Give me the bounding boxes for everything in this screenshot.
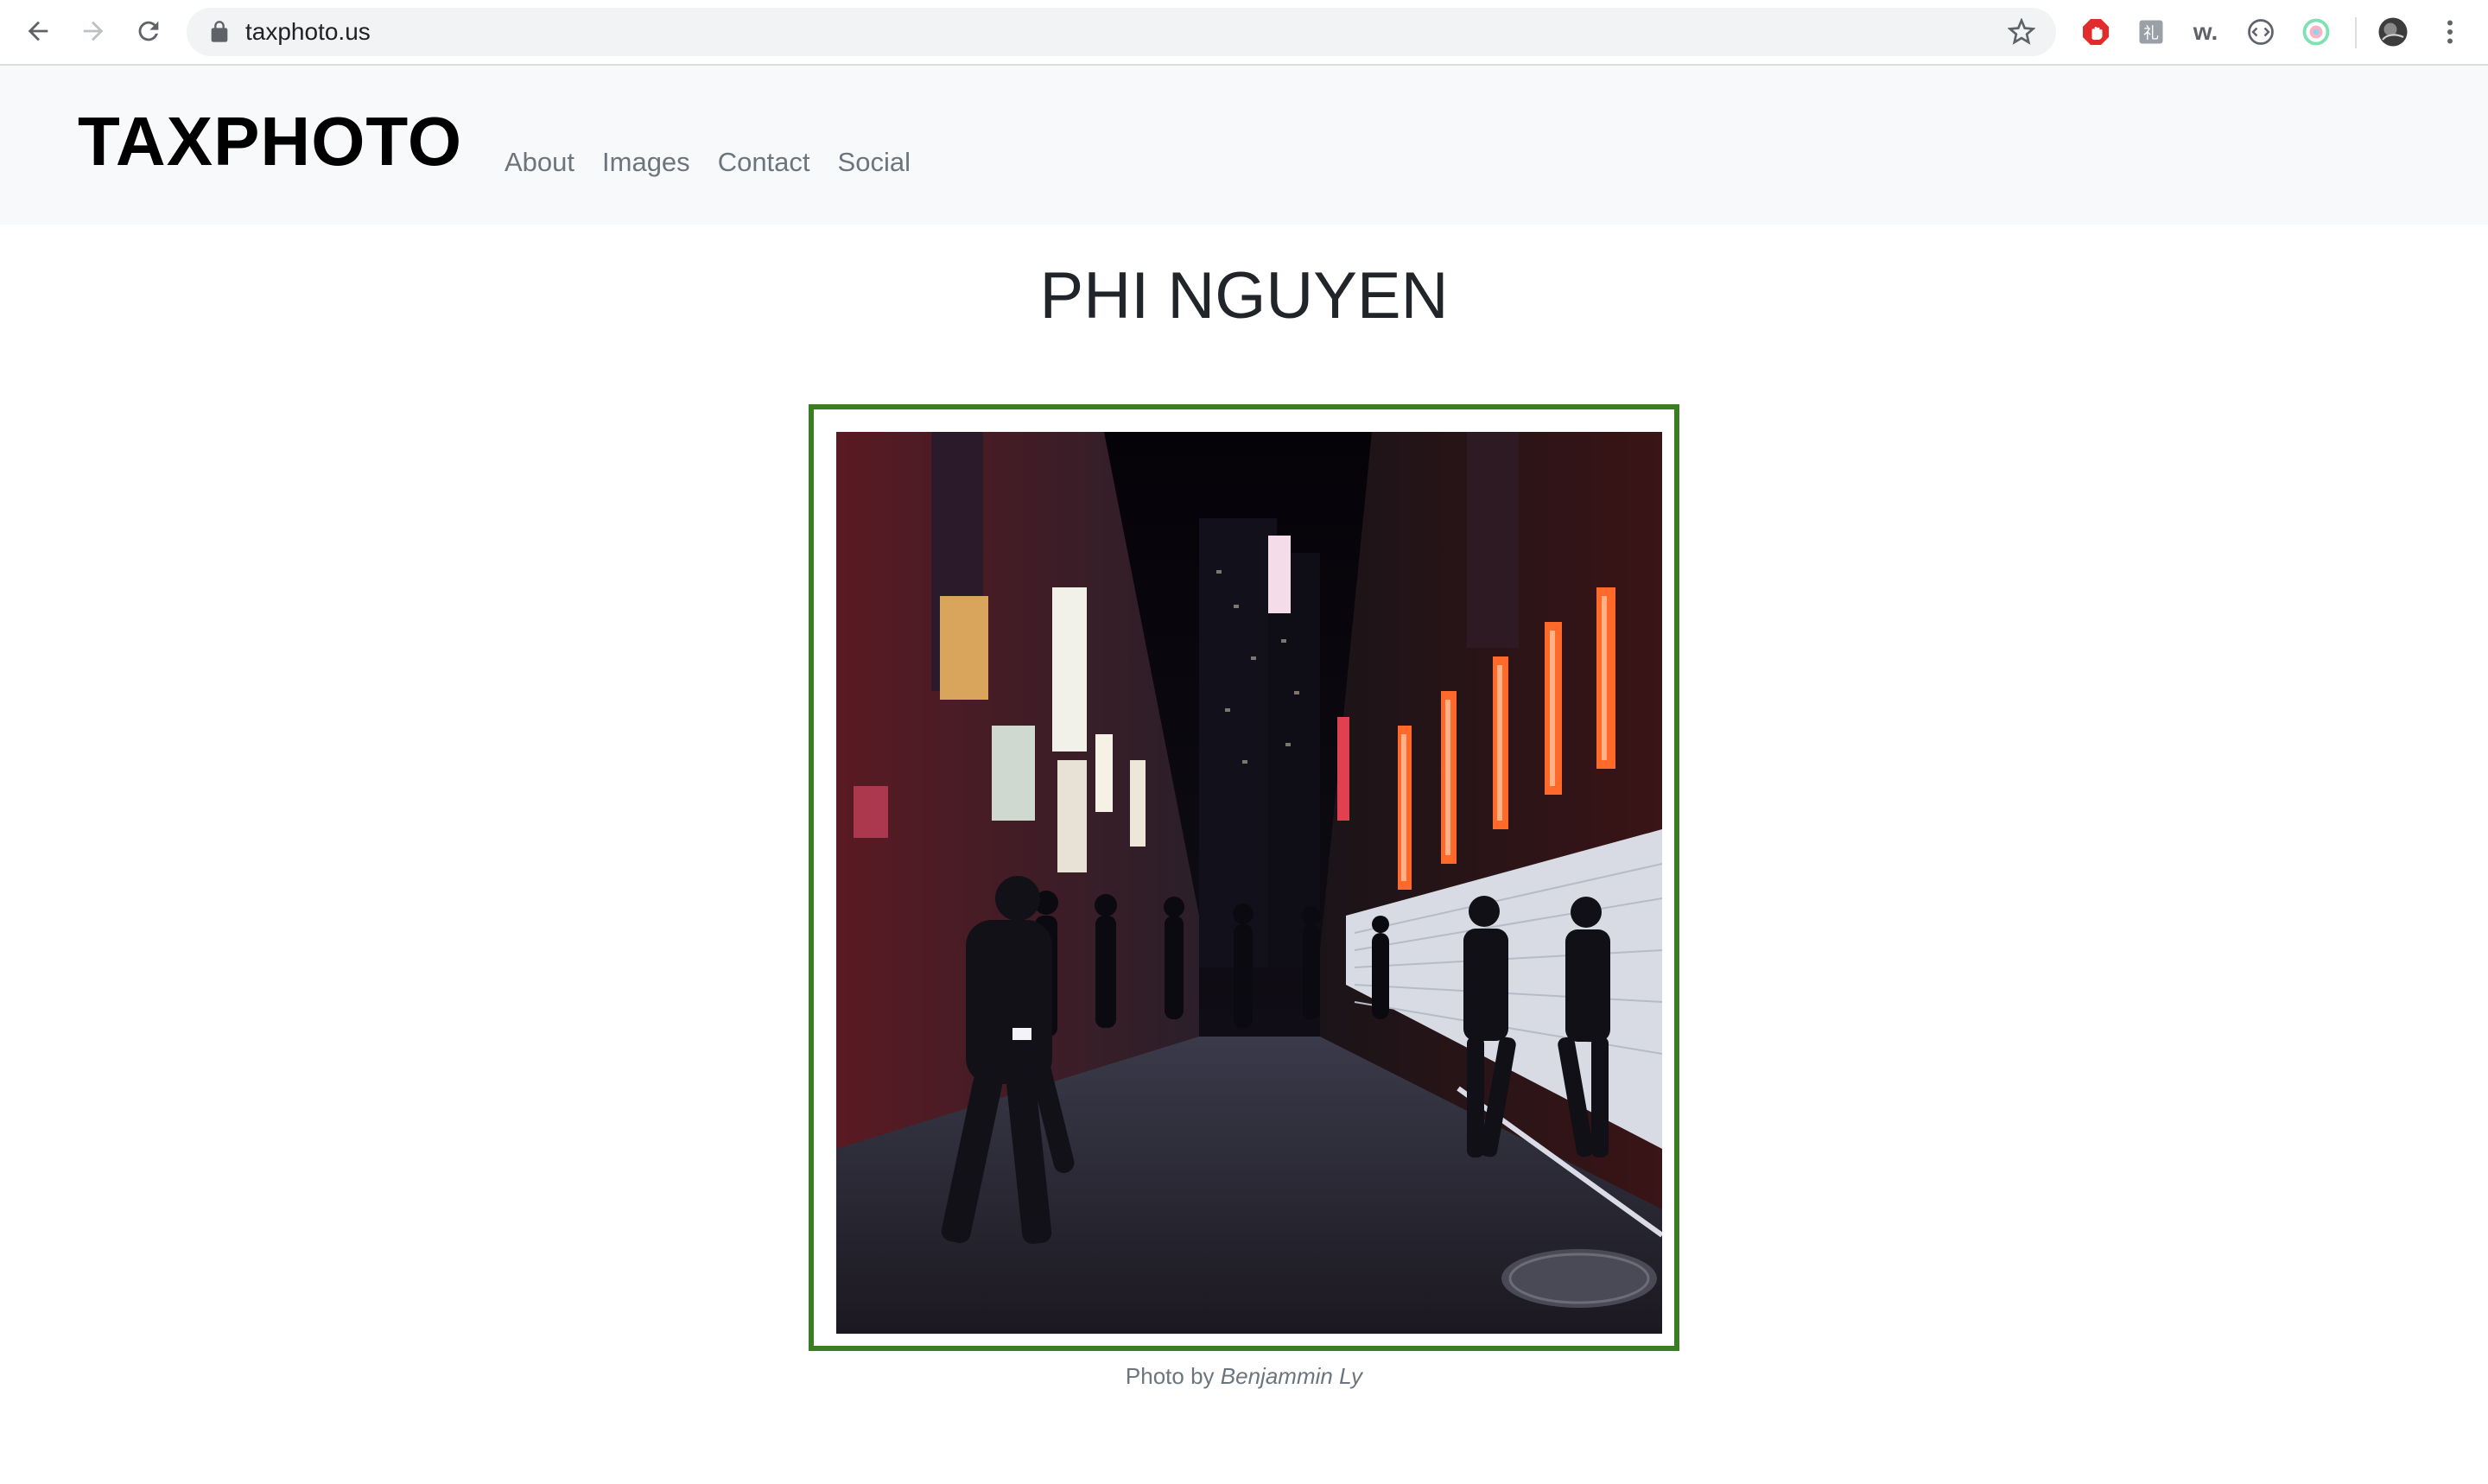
lock-icon: [211, 21, 228, 42]
bookmark-star-icon[interactable]: [2008, 18, 2035, 46]
profile-avatar[interactable]: [2376, 15, 2410, 49]
translate-extension[interactable]: 礼: [2134, 15, 2168, 49]
w-extension[interactable]: w.: [2188, 15, 2223, 49]
night-street-image: [836, 432, 1662, 1334]
translate-icon: 礼: [2139, 20, 2163, 44]
nav-links: About Images Contact Social: [505, 149, 938, 175]
photo-frame: [809, 404, 1679, 1351]
browser-menu-button[interactable]: [2433, 15, 2467, 49]
code-extension-icon: [2248, 19, 2274, 45]
color-extension-icon: [2302, 18, 2330, 46]
nav-link-contact[interactable]: Contact: [718, 149, 810, 175]
page-title: PHI NGUYEN: [1039, 259, 1449, 333]
photo-caption: Photo by Benjammin Ly: [0, 1363, 2488, 1390]
featured-photo[interactable]: [836, 432, 1662, 1334]
avatar-icon: [2378, 17, 2408, 47]
more-vertical-icon: [2447, 20, 2453, 44]
nav-link-social[interactable]: Social: [838, 149, 911, 175]
address-bar[interactable]: taxphoto.us: [187, 8, 2056, 56]
code-extension[interactable]: [2244, 15, 2278, 49]
nav-link-images[interactable]: Images: [602, 149, 690, 175]
svg-text:礼: 礼: [2143, 25, 2159, 43]
caption-author: Benjammin Ly: [1220, 1363, 1363, 1389]
adblock-icon: [2083, 19, 2109, 45]
toolbar-divider: [2355, 17, 2357, 48]
url-text[interactable]: taxphoto.us: [245, 8, 371, 56]
site-brand[interactable]: TAXPHOTO: [78, 107, 462, 176]
w-extension-icon: w.: [2193, 18, 2218, 45]
browser-toolbar: taxphoto.us 礼 w.: [0, 0, 2488, 66]
reload-button[interactable]: [130, 12, 168, 50]
forward-arrow-icon: [83, 21, 104, 41]
nav-link-about[interactable]: About: [505, 149, 574, 175]
site-navbar: TAXPHOTO About Images Contact Social: [0, 66, 2488, 225]
reload-icon: [138, 21, 159, 41]
forward-button[interactable]: [74, 12, 112, 50]
color-extension[interactable]: [2299, 15, 2333, 49]
back-button[interactable]: [19, 12, 57, 50]
caption-prefix: Photo by: [1125, 1363, 1215, 1389]
back-arrow-icon: [28, 21, 48, 41]
adblock-extension[interactable]: [2079, 15, 2113, 49]
